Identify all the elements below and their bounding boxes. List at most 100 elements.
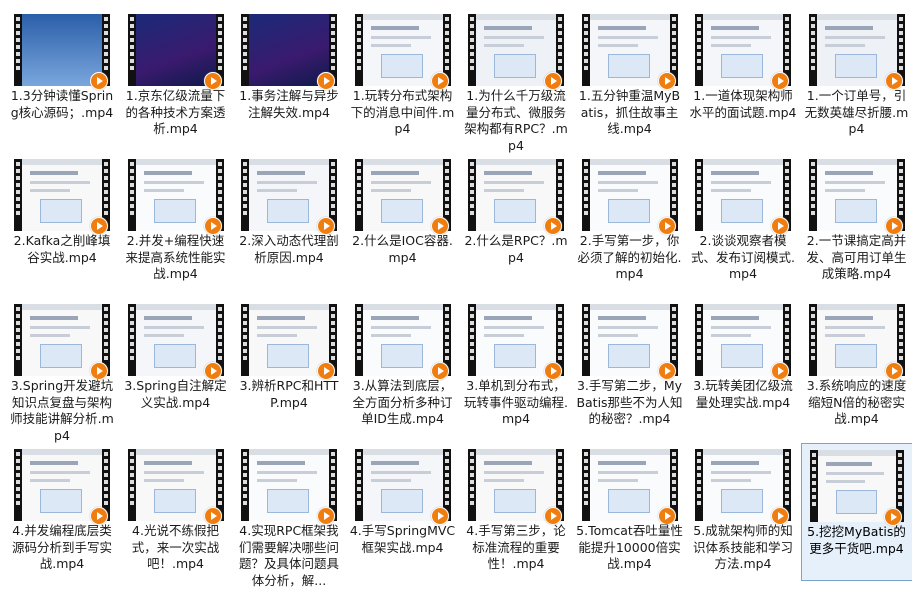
filmstrip-edge [241,14,249,86]
file-name: 3.系统响应的速度缩短N倍的秘密实战.mp4 [803,378,911,428]
video-thumbnail[interactable] [695,159,791,231]
video-thumbnail[interactable] [355,449,451,521]
file-item[interactable]: 2.深入动态代理剖析原因.mp4 [233,153,345,291]
thumbnail-screen [249,159,329,231]
thumbnail-screen [817,304,897,376]
file-name: 3.从算法到底层，全方面分析多种订单ID生成.mp4 [349,378,457,428]
file-item[interactable]: 2.Kafka之削峰填谷实战.mp4 [6,153,118,291]
filmstrip-edge [810,450,818,522]
filmstrip-edge [582,159,590,231]
file-item[interactable]: 5.Tomcat吞吐量性能提升10000倍实战.mp4 [574,443,686,581]
file-item[interactable]: 1.五分钟重温MyBatis，抓住故事主线.mp4 [574,8,686,146]
thumbnail-screen [22,449,102,521]
file-item[interactable]: 1.京东亿级流量下的各种技术方案透析.mp4 [120,8,232,146]
filmstrip-edge [582,14,590,86]
filmstrip-edge [128,449,136,521]
video-thumbnail[interactable] [468,449,564,521]
thumbnail-screen [590,304,670,376]
thumbnail-screen [249,449,329,521]
video-thumbnail[interactable] [241,304,337,376]
thumbnail-screen [363,14,443,86]
video-thumbnail[interactable] [582,449,678,521]
file-item[interactable]: 3.辨析RPC和HTTP.mp4 [233,298,345,436]
video-thumbnail[interactable] [810,450,904,522]
file-name: 2.深入动态代理剖析原因.mp4 [235,233,343,266]
file-item[interactable]: 2.手写第一步，你必须了解的初始化.mp4 [574,153,686,291]
video-thumbnail[interactable] [14,159,110,231]
video-thumbnail[interactable] [468,14,564,86]
video-thumbnail[interactable] [355,14,451,86]
video-thumbnail[interactable] [14,304,110,376]
video-thumbnail[interactable] [809,304,905,376]
file-item[interactable]: 5.成就架构师的知识体系技能和学习方法.mp4 [687,443,799,581]
file-item[interactable]: 5.挖挖MyBatis的更多干货吧.mp4 [801,443,912,581]
filmstrip-edge [14,159,22,231]
video-thumbnail[interactable] [355,159,451,231]
filmstrip-edge [241,304,249,376]
file-item[interactable]: 3.Spring自注解定义实战.mp4 [120,298,232,436]
file-item[interactable]: 2.什么是RPC？.mp4 [460,153,572,291]
file-name: 2.Kafka之削峰填谷实战.mp4 [8,233,116,266]
file-name: 3.Spring开发避坑知识点复盘与架构师技能讲解分析.mp4 [8,378,116,444]
file-name: 1.一个订单号，引无数英雄尽折腰.mp4 [803,88,911,138]
file-name: 2.手写第一步，你必须了解的初始化.mp4 [576,233,684,283]
file-item[interactable]: 3.手写第二步，MyBatis那些不为人知的秘密？.mp4 [574,298,686,436]
video-thumbnail[interactable] [355,304,451,376]
file-item[interactable]: 1.玩转分布式架构下的消息中间件.mp4 [347,8,459,146]
file-name: 1.玩转分布式架构下的消息中间件.mp4 [349,88,457,138]
video-thumbnail[interactable] [128,159,224,231]
video-thumbnail[interactable] [695,449,791,521]
video-thumbnail[interactable] [809,14,905,86]
file-item[interactable]: 2.什么是IOC容器.mp4 [347,153,459,291]
video-thumbnail[interactable] [128,14,224,86]
file-item[interactable]: 4.并发编程底层类源码分析到手写实战.mp4 [6,443,118,581]
thumbnail-screen [703,449,783,521]
file-item[interactable]: 3.玩转美团亿级流量处理实战.mp4 [687,298,799,436]
file-item[interactable]: 4.光说不练假把式，来一次实战吧！.mp4 [120,443,232,581]
video-thumbnail[interactable] [128,449,224,521]
thumbnail-screen [22,159,102,231]
video-thumbnail[interactable] [582,159,678,231]
file-item[interactable]: 2.并发+编程快速来提高系统性能实战.mp4 [120,153,232,291]
thumbnail-screen [363,449,443,521]
file-item[interactable]: 3.Spring开发避坑知识点复盘与架构师技能讲解分析.mp4 [6,298,118,436]
filmstrip-edge [695,304,703,376]
file-item[interactable]: 1.3分钟读懂Spring核心源码；.mp4 [6,8,118,146]
video-thumbnail[interactable] [241,14,337,86]
video-thumbnail[interactable] [468,159,564,231]
video-thumbnail[interactable] [128,304,224,376]
video-thumbnail[interactable] [468,304,564,376]
video-thumbnail[interactable] [695,304,791,376]
file-item[interactable]: 1.为什么千万级流量分布式、微服务架构都有RPC？.mp4 [460,8,572,146]
file-item[interactable]: 3.单机到分布式，玩转事件驱动编程.mp4 [460,298,572,436]
video-thumbnail[interactable] [14,449,110,521]
file-item[interactable]: 4.手写SpringMVC框架实战.mp4 [347,443,459,581]
file-item[interactable]: 2.谈谈观察者模式、发布订阅模式.mp4 [687,153,799,291]
video-thumbnail[interactable] [241,159,337,231]
thumbnail-screen [136,14,216,86]
filmstrip-edge [355,14,363,86]
file-name: 4.手写第三步，论标准流程的重要性！.mp4 [462,523,570,573]
file-item[interactable]: 2.一节课搞定高并发、高可用订单生成策略.mp4 [801,153,912,291]
video-thumbnail[interactable] [582,14,678,86]
file-name: 4.光说不练假把式，来一次实战吧！.mp4 [122,523,230,573]
filmstrip-edge [809,159,817,231]
video-thumbnail[interactable] [695,14,791,86]
video-thumbnail[interactable] [14,14,110,86]
file-item[interactable]: 1.事务注解与异步注解失效.mp4 [233,8,345,146]
filmstrip-edge [14,449,22,521]
file-item[interactable]: 3.系统响应的速度缩短N倍的秘密实战.mp4 [801,298,912,436]
video-thumbnail[interactable] [241,449,337,521]
file-item[interactable]: 4.手写第三步，论标准流程的重要性！.mp4 [460,443,572,581]
filmstrip-edge [128,14,136,86]
video-thumbnail[interactable] [582,304,678,376]
file-item[interactable]: 1.一个订单号，引无数英雄尽折腰.mp4 [801,8,912,146]
file-item[interactable]: 4.实现RPC框架我们需要解决哪些问题？及具体问题具体分析，解... [233,443,345,581]
video-thumbnail[interactable] [809,159,905,231]
file-item[interactable]: 3.从算法到底层，全方面分析多种订单ID生成.mp4 [347,298,459,436]
file-name: 2.谈谈观察者模式、发布订阅模式.mp4 [689,233,797,283]
file-item[interactable]: 1.一道体现架构师水平的面试题.mp4 [687,8,799,146]
thumbnail-screen [363,304,443,376]
thumbnail-screen [476,14,556,86]
file-name: 5.成就架构师的知识体系技能和学习方法.mp4 [689,523,797,573]
